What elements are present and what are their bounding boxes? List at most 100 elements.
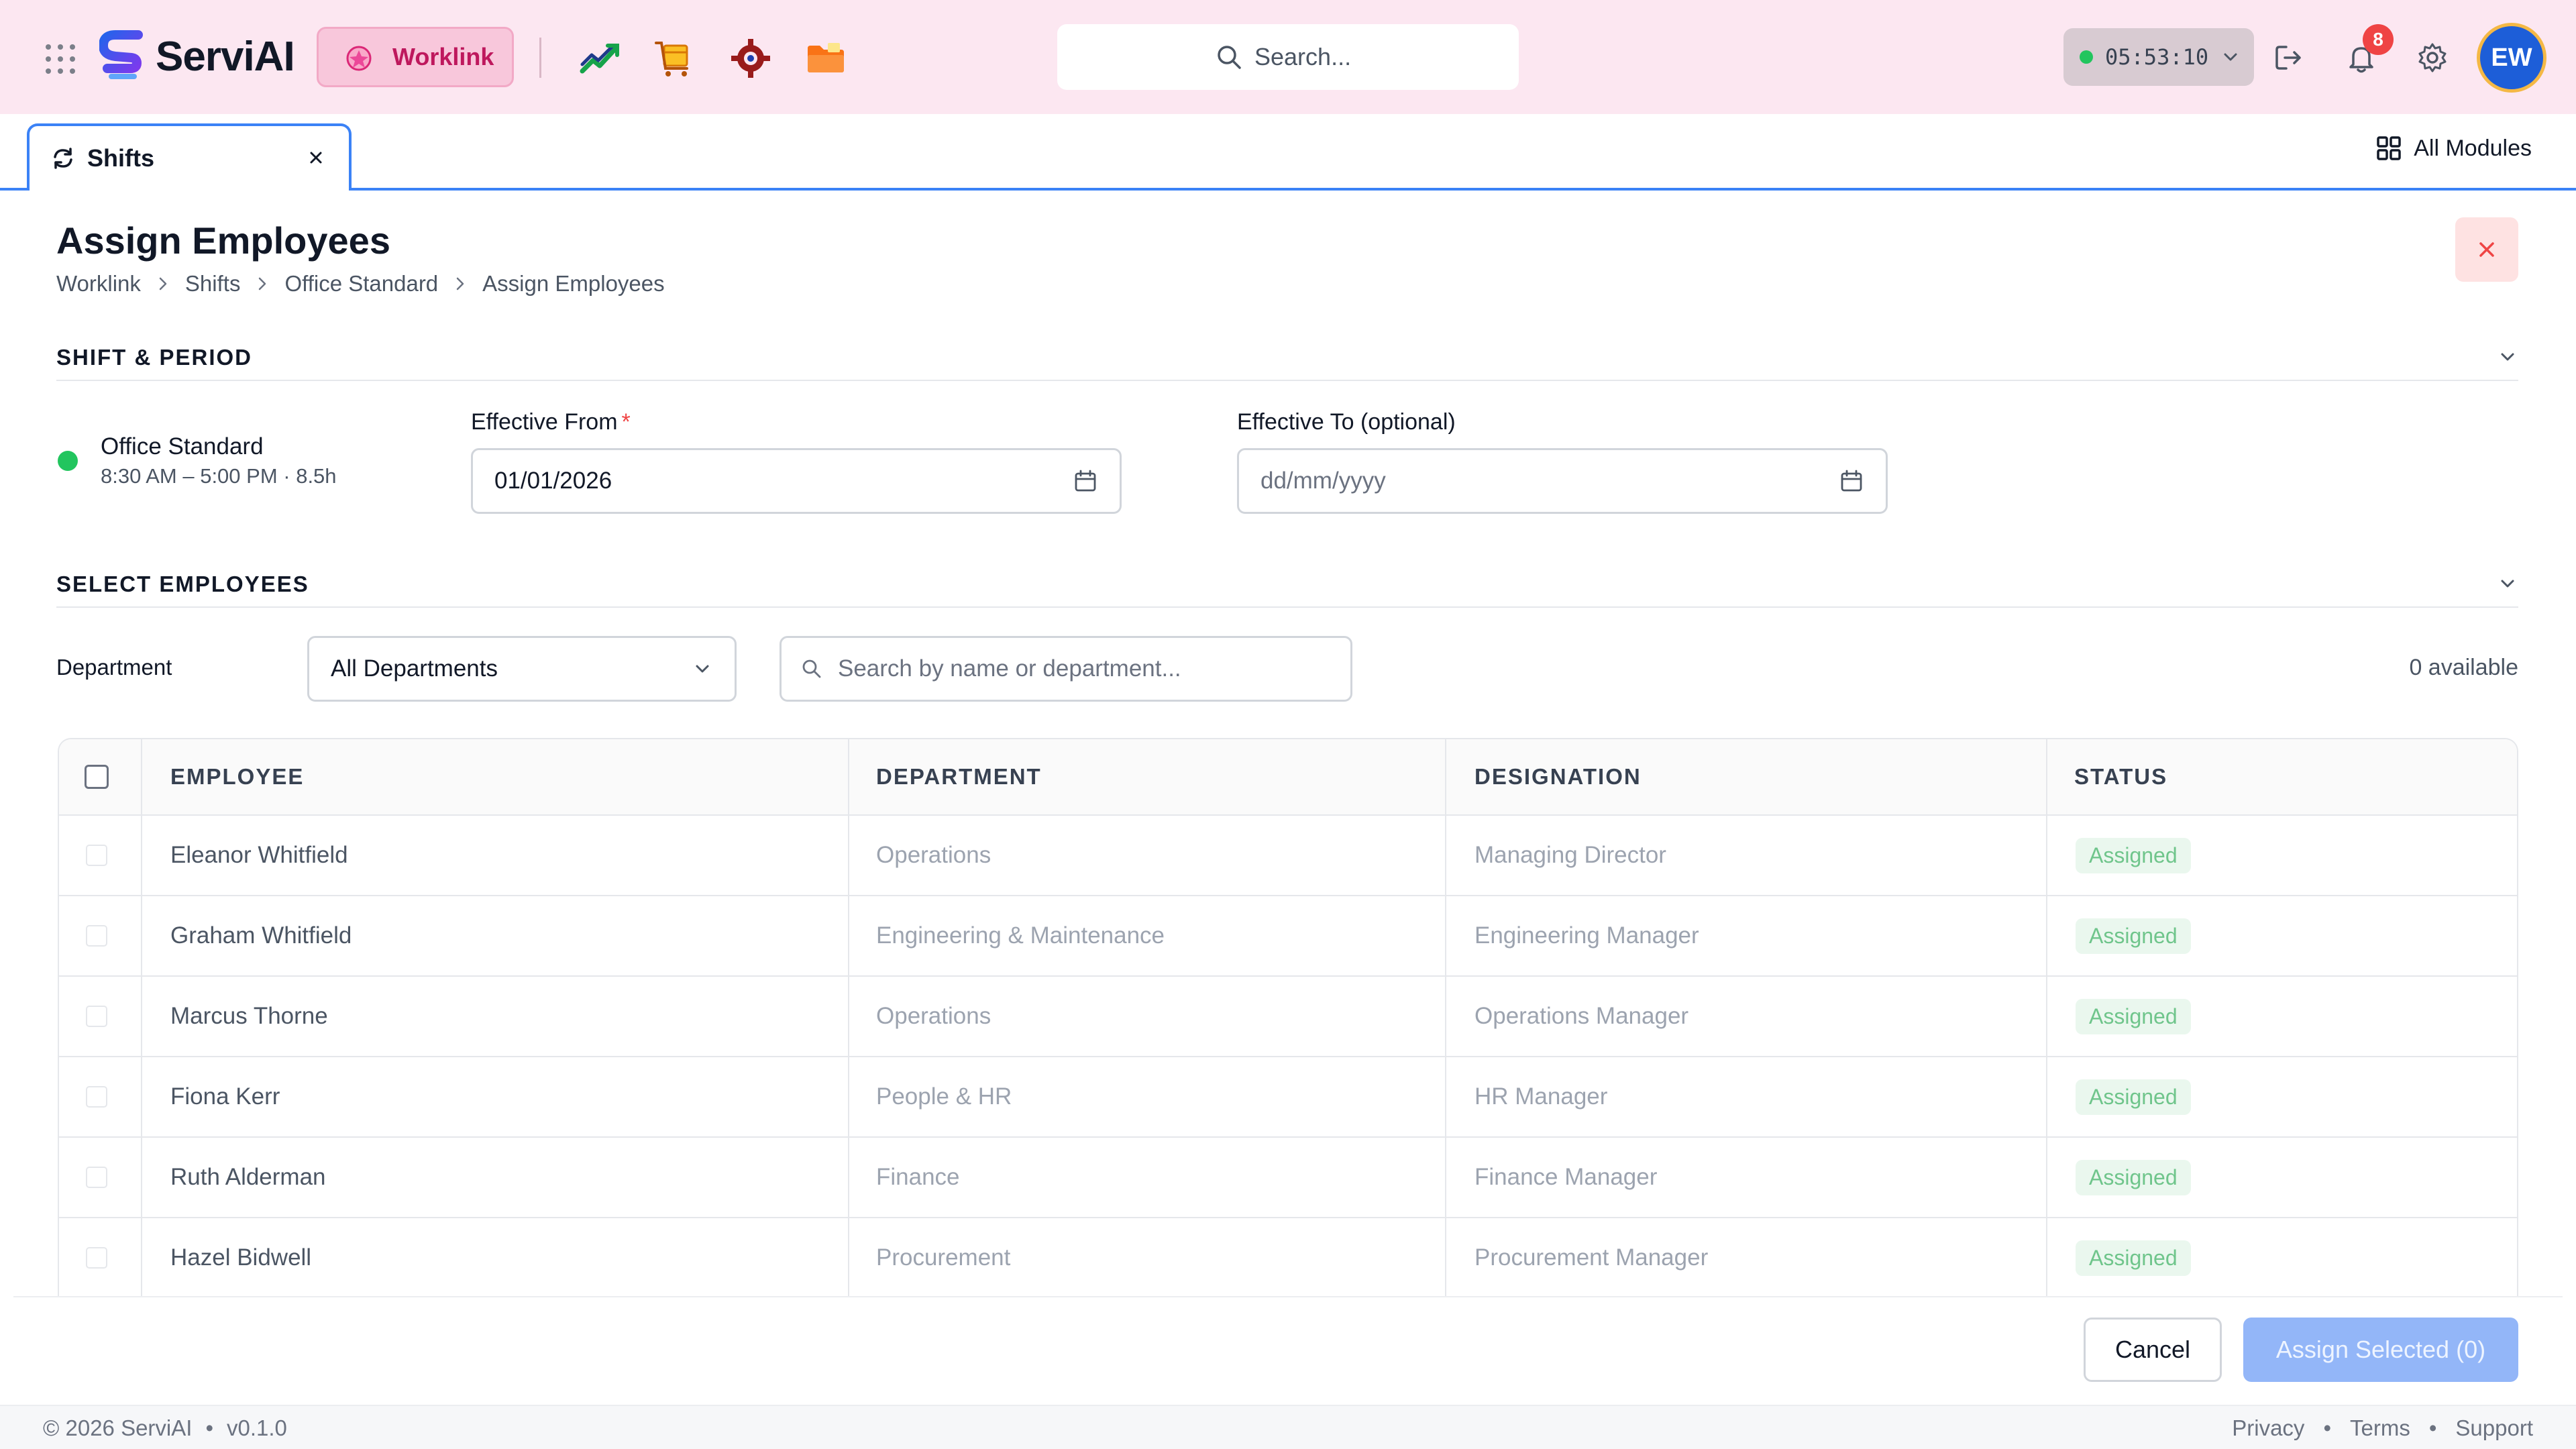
module-chip-label: Worklink: [392, 43, 494, 70]
tracker-status-dot: [2080, 50, 2093, 64]
section-select-employees[interactable]: SELECT EMPLOYEES: [56, 566, 2518, 606]
status-badge: Assigned: [2076, 998, 2191, 1034]
all-modules-icon: [2377, 136, 2401, 160]
employee-name: Eleanor Whitfield: [170, 842, 348, 868]
chevron-right-icon: [159, 277, 167, 290]
worklink-module-icon: [346, 46, 372, 71]
breadcrumb-current: Assign Employees: [482, 271, 665, 296]
column-header-status: STATUS: [2074, 764, 2168, 789]
shift-time-meta: 8:30 AM – 5:00 PM · 8.5h: [101, 464, 337, 488]
cancel-button[interactable]: Cancel: [2084, 1318, 2222, 1382]
tab-label: Shifts: [87, 144, 155, 172]
breadcrumb-office-standard[interactable]: Office Standard: [284, 271, 438, 297]
chevron-down-icon[interactable]: [2497, 573, 2518, 594]
table-row[interactable]: Fiona Kerr People & HR HR Manager Assign…: [59, 1057, 2517, 1138]
apps-grid-icon[interactable]: [46, 44, 75, 74]
app-logo[interactable]: ServiAI: [99, 30, 295, 83]
status-badge: Assigned: [2076, 1159, 2191, 1195]
logo-mark-icon: [99, 30, 143, 79]
effective-to-input[interactable]: [1260, 468, 1839, 494]
employee-name: Fiona Kerr: [170, 1083, 280, 1110]
all-modules-button[interactable]: All Modules: [2375, 134, 2532, 162]
status-badge: Assigned: [2076, 1240, 2191, 1276]
row-checkbox[interactable]: [86, 845, 107, 866]
employee-name: Hazel Bidwell: [170, 1244, 312, 1271]
effective-from-input[interactable]: [494, 468, 1073, 494]
footer-link-support[interactable]: Support: [2455, 1415, 2533, 1441]
breadcrumb-shifts[interactable]: Shifts: [185, 271, 241, 297]
tab-close-icon[interactable]: [306, 148, 326, 168]
settings-gear-module-icon[interactable]: [729, 36, 773, 80]
search-icon: [1218, 46, 1241, 69]
table-row[interactable]: Hazel Bidwell Procurement Procurement Ma…: [59, 1218, 2517, 1296]
logout-icon[interactable]: [2271, 40, 2306, 75]
row-checkbox[interactable]: [86, 1006, 107, 1027]
employee-search[interactable]: [780, 636, 1352, 702]
footer-link-privacy[interactable]: Privacy: [2232, 1415, 2304, 1441]
employee-department: Engineering & Maintenance: [876, 922, 1165, 949]
time-tracker[interactable]: 05:53:10: [2063, 28, 2254, 86]
calendar-icon[interactable]: [1073, 468, 1098, 494]
section-divider: [56, 380, 2518, 381]
close-page-button[interactable]: [2455, 217, 2518, 282]
employee-department: People & HR: [876, 1083, 1012, 1110]
table-row[interactable]: Ruth Alderman Finance Finance Manager As…: [59, 1138, 2517, 1218]
page-title: Assign Employees: [56, 219, 390, 262]
select-all-checkbox[interactable]: [85, 765, 109, 789]
top-header: ServiAI Worklink Search... 05:53:10 8 EW: [0, 0, 2576, 114]
footer-link-terms[interactable]: Terms: [2350, 1415, 2410, 1441]
status-badge: Assigned: [2076, 918, 2191, 954]
breadcrumb-worklink[interactable]: Worklink: [56, 271, 141, 297]
status-badge: Assigned: [2076, 837, 2191, 873]
header-divider: [539, 38, 541, 78]
worklink-module-chip[interactable]: Worklink: [317, 27, 514, 87]
table-row[interactable]: Eleanor Whitfield Operations Managing Di…: [59, 816, 2517, 896]
effective-to-field[interactable]: [1237, 448, 1888, 514]
all-modules-label: All Modules: [2414, 135, 2532, 161]
action-bar-divider: [13, 1296, 2563, 1297]
row-checkbox[interactable]: [86, 1247, 107, 1269]
employee-search-input[interactable]: [838, 655, 1332, 682]
calendar-icon[interactable]: [1839, 468, 1864, 494]
chevron-right-icon: [456, 277, 464, 290]
table-header-row: EMPLOYEE DEPARTMENT DESIGNATION STATUS: [59, 739, 2517, 816]
folder-icon[interactable]: [804, 36, 848, 80]
gear-icon[interactable]: [2415, 40, 2450, 75]
chevron-down-icon[interactable]: [2497, 346, 2518, 368]
section-shift-period[interactable]: SHIFT & PERIOD: [56, 339, 2518, 380]
notification-badge: 8: [2363, 24, 2394, 55]
column-divider: [1445, 739, 1446, 814]
employee-name: Ruth Alderman: [170, 1164, 326, 1190]
version-text: v0.1.0: [227, 1415, 287, 1440]
shift-name: Office Standard: [101, 433, 264, 460]
chevron-down-icon: [696, 665, 709, 673]
employee-name: Graham Whitfield: [170, 922, 352, 949]
table-row[interactable]: Graham Whitfield Engineering & Maintenan…: [59, 896, 2517, 977]
tab-strip-underline: [0, 188, 2576, 191]
search-icon: [802, 659, 821, 678]
column-header-employee: EMPLOYEE: [170, 764, 305, 789]
procurement-icon[interactable]: [653, 36, 698, 80]
effective-from-field[interactable]: [471, 448, 1122, 514]
employee-designation: Managing Director: [1474, 842, 1666, 868]
row-checkbox[interactable]: [86, 925, 107, 947]
employee-designation: Engineering Manager: [1474, 922, 1699, 949]
assign-selected-button[interactable]: Assign Selected (0): [2243, 1318, 2518, 1382]
table-row[interactable]: Marcus Thorne Operations Operations Mana…: [59, 977, 2517, 1057]
department-select-value: All Departments: [331, 655, 498, 682]
chevron-down-icon: [2224, 53, 2237, 61]
employee-name: Marcus Thorne: [170, 1003, 328, 1029]
chevron-right-icon: [259, 277, 266, 290]
global-search[interactable]: [1057, 24, 1519, 90]
analytics-icon[interactable]: [578, 36, 623, 80]
column-header-designation: DESIGNATION: [1474, 764, 1642, 789]
row-checkbox[interactable]: [86, 1086, 107, 1108]
row-checkbox[interactable]: [86, 1167, 107, 1188]
global-search-input[interactable]: [1254, 43, 1362, 71]
tab-shifts[interactable]: Shifts: [27, 123, 352, 191]
tracker-time: 05:53:10: [2105, 44, 2209, 70]
department-select[interactable]: All Departments: [307, 636, 737, 702]
tab-strip: Shifts All Modules: [0, 114, 2576, 191]
user-avatar[interactable]: EW: [2477, 23, 2546, 93]
section-divider: [56, 606, 2518, 608]
